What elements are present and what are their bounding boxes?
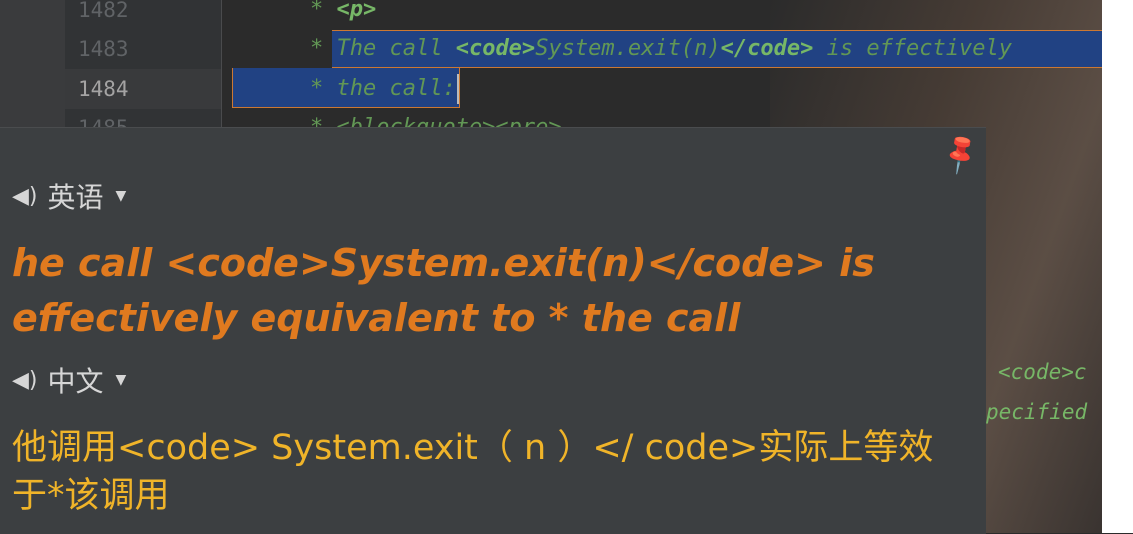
source-language-label: 英语 [47, 181, 104, 214]
code-fragment: <code>c [998, 360, 1087, 384]
dropdown-caret-icon: ▼ [115, 188, 127, 204]
code-line[interactable]: * <p> [310, 0, 376, 22]
source-text: he call <code>System.exit(n)</code> is e… [12, 241, 875, 340]
line-number-current: 1484 [78, 77, 129, 101]
line-number: 1482 [78, 0, 129, 22]
dropdown-caret-icon: ▼ [115, 372, 127, 388]
code-line[interactable]: * The call <code>System.exit(n)</code> i… [310, 36, 1012, 61]
speaker-icon[interactable]: ◀) [12, 184, 38, 209]
target-language-label: 中文 [47, 365, 104, 398]
speaker-icon[interactable]: ◀) [12, 368, 38, 393]
line-number: 1483 [78, 37, 129, 61]
target-language-selector[interactable]: ◀) 中文 ▼ [12, 360, 126, 400]
window-edge [1102, 0, 1133, 533]
text-cursor [457, 74, 459, 104]
code-line[interactable]: * the call: [310, 76, 456, 101]
translated-text: 他调用<code> System.exit（ n ）</ code>实际上等效于… [12, 428, 934, 516]
source-language-selector[interactable]: ◀) 英语 ▼ [12, 176, 126, 216]
code-fragment: pecified [986, 400, 1088, 424]
